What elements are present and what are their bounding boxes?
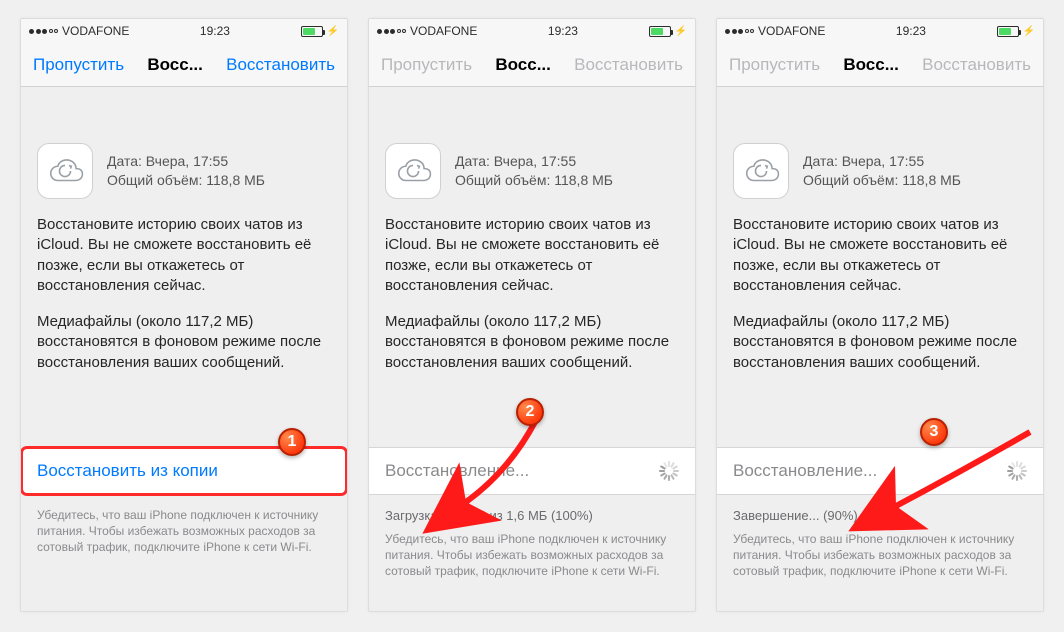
description: Восстановите историю своих чатов из iClo… [369,199,695,373]
backup-info: Дата: Вчера, 17:55 Общий объём: 118,8 МБ [21,143,347,199]
backup-size: Общий объём: 118,8 МБ [455,171,613,190]
footer-hint: Убедитесь, что ваш iPhone подключен к ис… [385,531,679,580]
carrier-label: VODAFONE [758,24,825,38]
download-progress: Загрузка: 1,6 МБ из 1,6 МБ (100%) [385,507,679,531]
restoring-status: Восстановление... [369,447,695,495]
description: Восстановите историю своих чатов из iClo… [21,199,347,373]
annotation-badge-3: 3 [920,418,948,446]
signal-icon [29,29,58,34]
description-p2: Медиафайлы (около 117,2 МБ) восстановятс… [385,312,679,373]
status-time: 19:23 [896,24,926,38]
restoring-label: Восстановление... [385,461,529,481]
status-bar: VODAFONE 19:23 ⚡ [21,19,347,43]
footer-area: Загрузка: 1,6 МБ из 1,6 МБ (100%) Убедит… [369,501,695,579]
description: Восстановите историю своих чатов из iClo… [717,199,1043,373]
carrier-label: VODAFONE [410,24,477,38]
restore-from-copy-label: Восстановить из копии [37,461,218,481]
skip-button[interactable]: Пропустить [33,55,124,75]
cloud-restore-icon [37,143,93,199]
cloud-restore-icon [385,143,441,199]
battery-icon [649,26,671,37]
battery-icon [997,26,1019,37]
annotation-badge-1: 1 [278,428,306,456]
description-p1: Восстановите историю своих чатов из iClo… [385,215,679,296]
annotation-badge-2: 2 [516,398,544,426]
restoring-label: Восстановление... [733,461,877,481]
description-p1: Восстановите историю своих чатов из iClo… [733,215,1027,296]
footer-hint: Убедитесь, что ваш iPhone подключен к ис… [21,501,347,556]
nav-bar: Пропустить Восс... Восстановить [21,43,347,87]
status-bar: VODAFONE 19:23 ⚡ [369,19,695,43]
carrier-label: VODAFONE [62,24,129,38]
description-p2: Медиафайлы (около 117,2 МБ) восстановятс… [37,312,331,373]
battery-icon [301,26,323,37]
charging-icon: ⚡ [1023,26,1035,37]
skip-button: Пропустить [381,55,472,75]
nav-bar: Пропустить Восс... Восстановить [717,43,1043,87]
skip-button: Пропустить [729,55,820,75]
nav-title: Восс... [495,55,551,75]
backup-date: Дата: Вчера, 17:55 [455,152,613,171]
backup-date: Дата: Вчера, 17:55 [107,152,265,171]
restore-button: Восстановить [922,55,1031,75]
footer-area: Завершение... (90%) Убедитесь, что ваш i… [717,501,1043,579]
status-bar: VODAFONE 19:23 ⚡ [717,19,1043,43]
phone-screen-1: VODAFONE 19:23 ⚡ Пропустить Восс... Восс… [20,18,348,612]
nav-title: Восс... [147,55,203,75]
signal-icon [377,29,406,34]
backup-info: Дата: Вчера, 17:55 Общий объём: 118,8 МБ [369,143,695,199]
charging-icon: ⚡ [327,26,339,37]
backup-date: Дата: Вчера, 17:55 [803,152,961,171]
finishing-progress: Завершение... (90%) [733,507,1027,531]
backup-info: Дата: Вчера, 17:55 Общий объём: 118,8 МБ [717,143,1043,199]
restoring-status: Восстановление... [717,447,1043,495]
phone-screen-3: VODAFONE 19:23 ⚡ Пропустить Восс... Восс… [716,18,1044,612]
restore-button: Восстановить [574,55,683,75]
cloud-restore-icon [733,143,789,199]
nav-title: Восс... [843,55,899,75]
status-time: 19:23 [548,24,578,38]
status-time: 19:23 [200,24,230,38]
spinner-icon [1007,461,1027,481]
description-p1: Восстановите историю своих чатов из iClo… [37,215,331,296]
backup-size: Общий объём: 118,8 МБ [107,171,265,190]
signal-icon [725,29,754,34]
backup-size: Общий объём: 118,8 МБ [803,171,961,190]
restore-button[interactable]: Восстановить [226,55,335,75]
footer-hint: Убедитесь, что ваш iPhone подключен к ис… [733,531,1027,580]
charging-icon: ⚡ [675,26,687,37]
nav-bar: Пропустить Восс... Восстановить [369,43,695,87]
phone-screen-2: VODAFONE 19:23 ⚡ Пропустить Восс... Восс… [368,18,696,612]
description-p2: Медиафайлы (около 117,2 МБ) восстановятс… [733,312,1027,373]
spinner-icon [659,461,679,481]
